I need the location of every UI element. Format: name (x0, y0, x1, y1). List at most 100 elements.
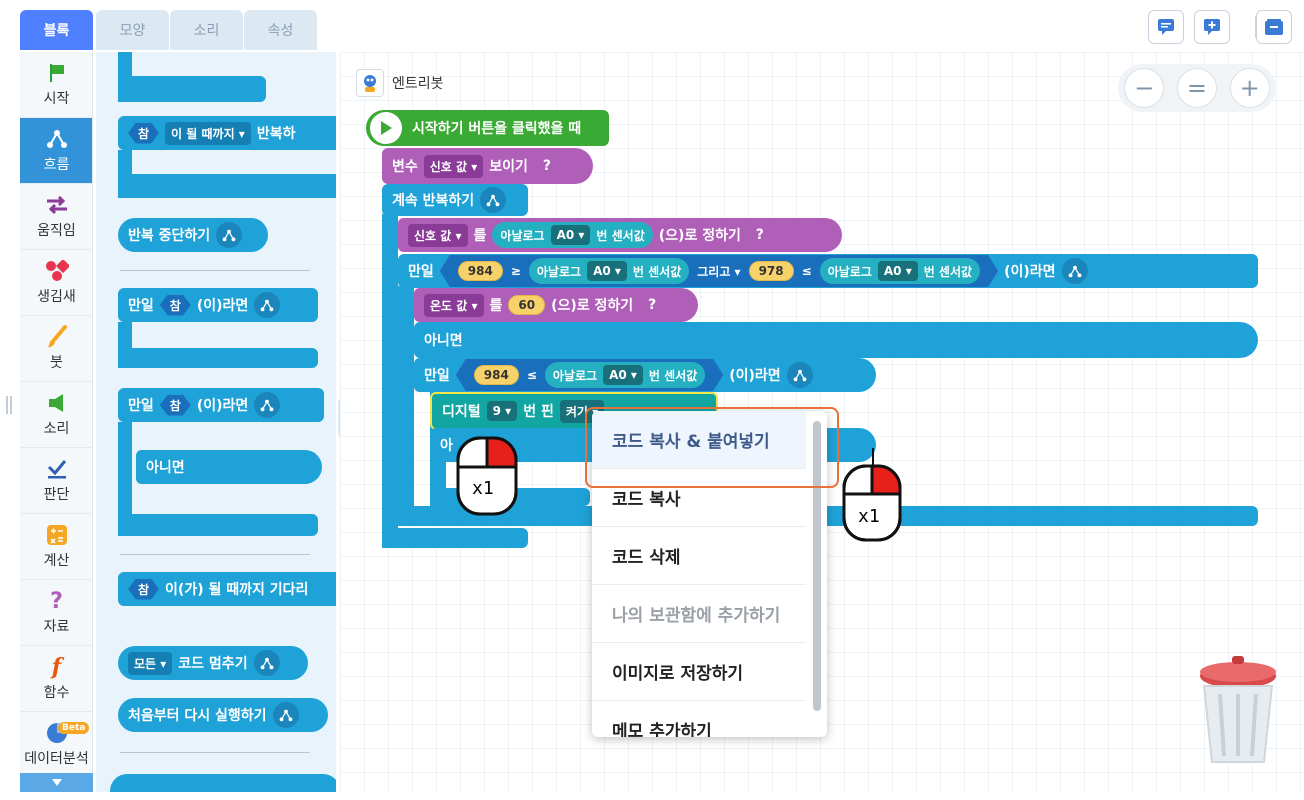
category-data-analysis[interactable]: Beta 데이터분석 (20, 712, 92, 778)
left-resize-handle[interactable] (6, 396, 12, 414)
question-icon: ? (50, 588, 63, 614)
block-text: 변수 (392, 159, 418, 175)
set-variable-block[interactable]: 온도 값 ▾ 를 60 (으)로 정하기 ? (414, 288, 698, 322)
category-flow[interactable]: 흐름 (20, 118, 92, 184)
category-label: 소리 (43, 421, 70, 437)
forever-arm (382, 214, 398, 548)
comment-icon[interactable] (1148, 10, 1184, 44)
dropdown-value: A0 (556, 228, 575, 242)
if-block[interactable]: 만일 참 (이)라면 (118, 288, 318, 322)
number-input[interactable]: 60 (508, 295, 546, 315)
menu-item-save-image[interactable]: 이미지로 저장하기 (592, 643, 806, 701)
analog-sensor-block[interactable]: 아날로그 A0 ▾ 번 센서값 (529, 258, 689, 284)
chevron-down-icon[interactable] (20, 773, 93, 792)
tab-blocks[interactable]: 블록 (20, 10, 93, 50)
compare-condition[interactable]: 984 ≤ 아날로그 A0 ▾ 번 센서값 (456, 359, 723, 391)
zoom-out-button[interactable]: − (1124, 68, 1165, 108)
sensor-label: 번 센서값 (596, 228, 645, 243)
block-end-cap[interactable] (118, 348, 318, 368)
tab-properties[interactable]: 속성 (244, 10, 317, 50)
port-dropdown[interactable]: A0 ▾ (587, 261, 627, 281)
palette-divider (120, 554, 310, 555)
port-dropdown[interactable]: A0 ▾ (603, 365, 643, 385)
zoom-reset-button[interactable]: = (1176, 68, 1217, 108)
block-text: 만일 (128, 398, 154, 414)
palette-divider (120, 752, 310, 753)
joiner-dropdown[interactable]: 그리고 ▾ (697, 263, 740, 280)
stop-target-dropdown[interactable]: 모든 ▾ (128, 651, 173, 675)
category-label: 붓 (50, 355, 63, 371)
bool-slot[interactable]: 참 (160, 395, 191, 416)
help-icon[interactable]: ? (639, 292, 666, 318)
menu-item-delete[interactable]: 코드 삭제 (592, 527, 806, 585)
analog-sensor-block[interactable]: 아날로그 A0 ▾ 번 센서값 (492, 222, 653, 248)
dropdown-value: 신호 값 (429, 159, 468, 174)
flow-icon (46, 127, 68, 151)
category-judgement[interactable]: 판단 (20, 448, 92, 514)
tab-shapes[interactable]: 모양 (96, 10, 169, 50)
repeat-mode-dropdown[interactable]: 이 될 때까지 ▾ (165, 121, 251, 145)
show-variable-block[interactable]: 변수 신호 값 ▾ 보이기 ? (382, 148, 593, 184)
repeat-until-block[interactable]: 참 이 될 때까지 ▾ 반복하 (118, 116, 336, 150)
block-text: 보이기 (489, 159, 528, 175)
zoom-in-button[interactable]: + (1229, 68, 1270, 108)
flow-icon (253, 650, 280, 676)
category-calc[interactable]: 계산 (20, 514, 92, 580)
block-text: 만일 (424, 368, 450, 384)
sensor-label: 아날로그 (552, 368, 598, 383)
stop-code-block[interactable]: 모든 ▾ 코드 멈추기 (118, 646, 308, 680)
block-end-cap[interactable] (118, 76, 266, 102)
variable-dropdown[interactable]: 신호 값 ▾ (408, 223, 468, 247)
if-outer-block[interactable]: 만일 984 ≥ 아날로그 A0 ▾ 번 센서값 그리고 ▾ 978 ≤ 아날로… (398, 254, 1258, 288)
number-input[interactable]: 984 (458, 261, 503, 281)
dropdown-value: 온도 값 (430, 298, 468, 313)
bool-slot[interactable]: 참 (160, 295, 191, 316)
if-else-block[interactable]: 만일 참 (이)라면 (118, 388, 324, 422)
category-move[interactable]: 움직임 (20, 184, 92, 250)
pin-dropdown[interactable]: 9 ▾ (486, 401, 518, 421)
block-text: 계속 반복하기 (392, 193, 475, 209)
port-dropdown[interactable]: A0 ▾ (878, 261, 918, 281)
number-input[interactable]: 984 (474, 365, 519, 385)
analog-sensor-block[interactable]: 아날로그 A0 ▾ 번 센서값 (545, 362, 705, 388)
tab-sounds[interactable]: 소리 (170, 10, 243, 50)
mouse-right-click-hint: x1 (842, 464, 902, 546)
flow-icon (216, 222, 243, 248)
forever-block[interactable]: 계속 반복하기 (382, 184, 528, 216)
menu-item-add-memo[interactable]: 메모 추가하기 (592, 701, 806, 737)
block-end-cap[interactable] (118, 514, 318, 536)
variable-dropdown[interactable]: 신호 값 ▾ (423, 154, 484, 178)
category-data[interactable]: ? 자료 (20, 580, 92, 646)
block-end-cap[interactable] (118, 174, 336, 198)
bool-slot[interactable]: 참 (128, 123, 159, 144)
analog-sensor-block[interactable]: 아날로그 A0 ▾ 번 센서값 (820, 258, 980, 284)
and-condition[interactable]: 984 ≥ 아날로그 A0 ▾ 번 센서값 그리고 ▾ 978 ≤ 아날로그 A… (440, 255, 998, 287)
help-icon[interactable]: ? (533, 153, 560, 179)
set-variable-block[interactable]: 신호 값 ▾ 를 아날로그 A0 ▾ 번 센서값 (으)로 정하기 ? (398, 218, 842, 252)
sensor-label: 번 센서값 (632, 264, 682, 279)
bool-slot[interactable]: 참 (128, 579, 159, 600)
partial-block[interactable] (110, 774, 336, 792)
block-text: (이)라면 (729, 368, 781, 384)
block-text: 아 (440, 438, 453, 454)
category-brush[interactable]: 붓 (20, 316, 92, 382)
add-comment-icon[interactable] (1194, 10, 1230, 44)
storage-box-icon[interactable] (1256, 10, 1292, 44)
block-text: 시작하기 버튼을 클릭했을 때 (412, 121, 582, 137)
start-event-block[interactable]: 시작하기 버튼을 클릭했을 때 (366, 110, 609, 146)
stop-repeat-block[interactable]: 반복 중단하기 (118, 218, 268, 252)
flag-icon (48, 61, 66, 85)
wait-until-block[interactable]: 참 이(가) 될 때까지 기다리 (118, 572, 336, 606)
sensor-label: 번 센서값 (648, 368, 698, 383)
restart-block[interactable]: 처음부터 다시 실행하기 (118, 698, 328, 732)
port-dropdown[interactable]: A0 ▾ (550, 225, 591, 245)
if-inner-block[interactable]: 만일 984 ≤ 아날로그 A0 ▾ 번 센서값 (이)라면 (414, 358, 876, 392)
category-sound[interactable]: 소리 (20, 382, 92, 448)
category-function[interactable]: f 함수 (20, 646, 92, 712)
variable-dropdown[interactable]: 온도 값 ▾ (424, 293, 484, 317)
category-start[interactable]: 시작 (20, 52, 92, 118)
trash-can-icon[interactable] (1196, 652, 1280, 770)
number-input[interactable]: 978 (749, 261, 794, 281)
category-looks[interactable]: 생김새 (20, 250, 92, 316)
help-icon[interactable]: ? (746, 222, 773, 248)
